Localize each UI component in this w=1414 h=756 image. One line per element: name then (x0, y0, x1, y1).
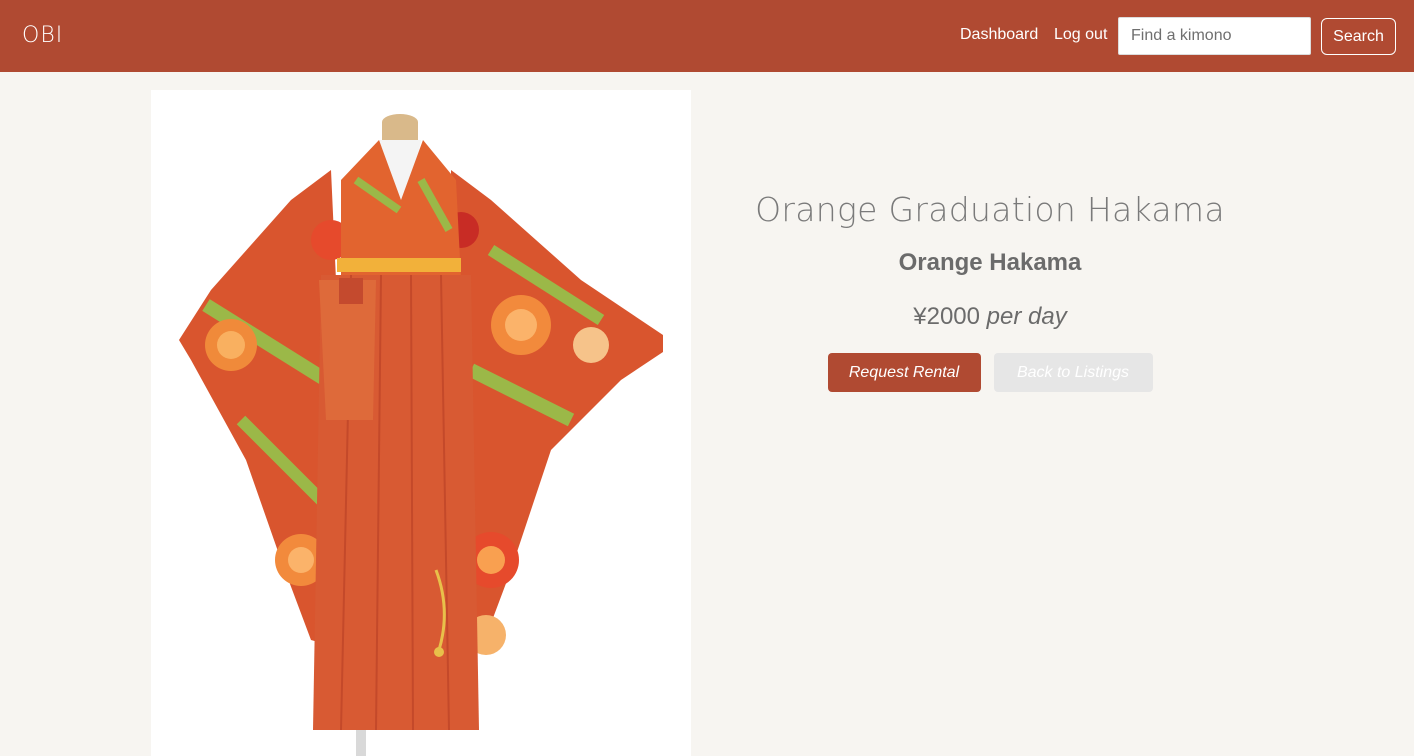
product-details: Orange Graduation Hakama Orange Hakama ¥… (720, 180, 1260, 392)
nav-dashboard-link[interactable]: Dashboard (960, 24, 1038, 46)
price-unit: per day (986, 303, 1067, 330)
product-actions: Request Rental Back to Listings (720, 353, 1260, 392)
kimono-illustration (179, 114, 663, 756)
back-to-listings-button[interactable]: Back to Listings (993, 353, 1153, 392)
price-amount: ¥2000 (913, 303, 980, 330)
logo[interactable]: OBI (22, 22, 63, 50)
product-title: Orange Graduation Hakama (755, 190, 1225, 229)
product-subtitle: Orange Hakama (898, 249, 1082, 276)
product-price: ¥2000 per day (720, 292, 1260, 342)
search-button[interactable]: Search (1321, 18, 1396, 55)
request-rental-button[interactable]: Request Rental (827, 353, 981, 392)
navbar: OBI Dashboard Log out Search (0, 0, 1414, 72)
product-image (151, 90, 691, 756)
logo-text[interactable]: OBI (22, 22, 63, 50)
search-input[interactable] (1118, 17, 1311, 55)
nav-logout-link[interactable]: Log out (1054, 24, 1107, 46)
